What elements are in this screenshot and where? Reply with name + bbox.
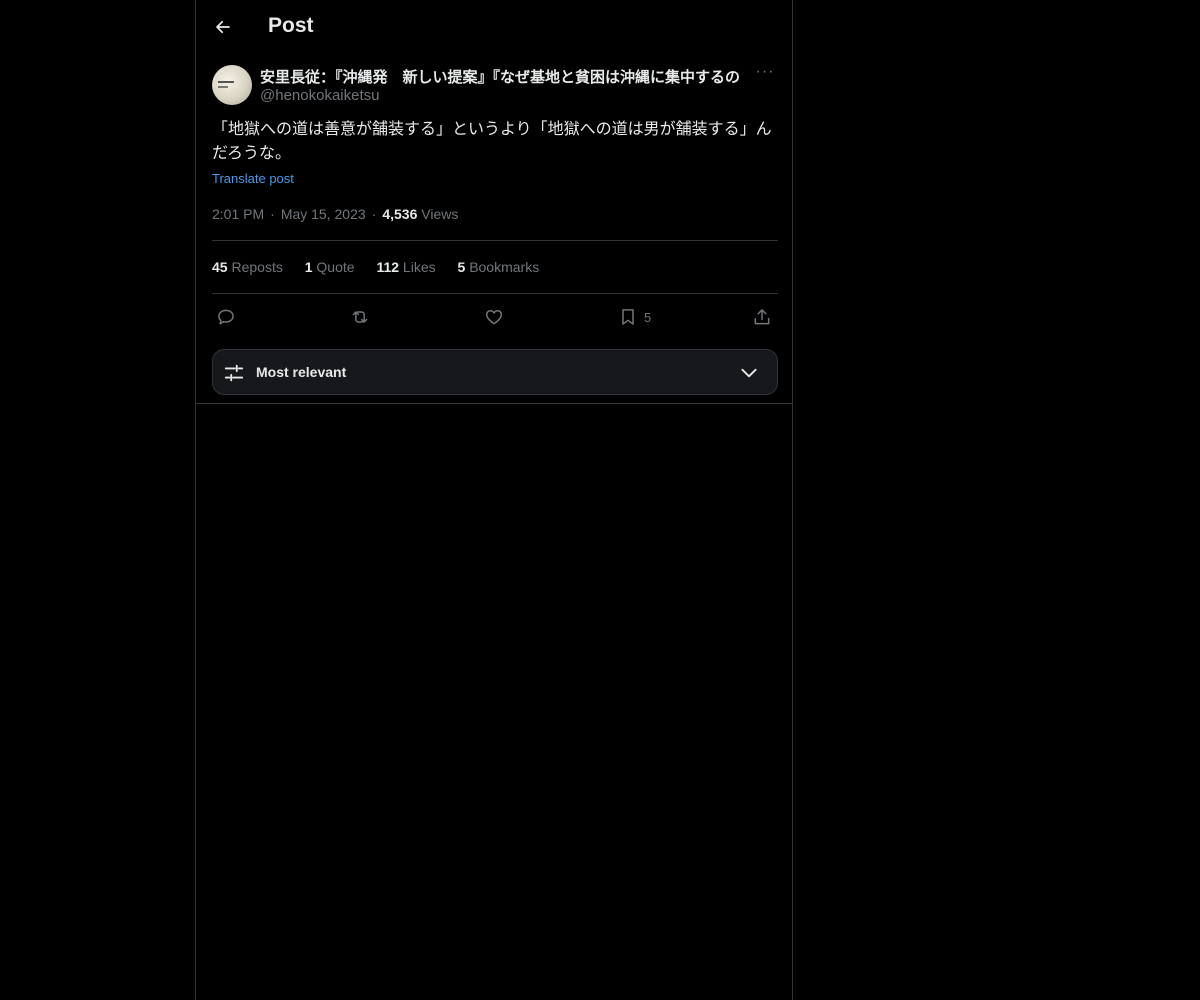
- separator-dot: ·: [270, 206, 275, 222]
- sliders-icon: [224, 364, 244, 382]
- post-time[interactable]: 2:01 PM: [212, 206, 264, 222]
- page-title: Post: [268, 14, 314, 37]
- page-header: Post: [196, 0, 792, 54]
- main-column: Post 安里長従：『沖縄発 新しい提案』『なぜ基地と貧困は沖縄に集中するの @…: [195, 0, 793, 1000]
- author-display-name[interactable]: 安里長従：『沖縄発 新しい提案』『なぜ基地と貧困は沖縄に集中するの: [260, 66, 752, 87]
- back-button[interactable]: [210, 14, 236, 40]
- chevron-down-icon: [741, 368, 757, 378]
- author-handle[interactable]: @henokokaiketsu: [260, 87, 379, 104]
- reply-button[interactable]: [216, 305, 236, 329]
- share-icon: [754, 309, 770, 325]
- bookmark-count: 5: [644, 309, 652, 325]
- like-button[interactable]: [484, 305, 504, 329]
- post-author: 安里長従：『沖縄発 新しい提案』『なぜ基地と貧困は沖縄に集中するの @henok…: [212, 64, 778, 109]
- post-date[interactable]: May 15, 2023: [281, 206, 366, 222]
- quotes-stat[interactable]: 1 Quote: [305, 259, 355, 275]
- divider: [212, 240, 778, 241]
- translate-post-link[interactable]: Translate post: [212, 171, 294, 186]
- separator-dot: ·: [371, 206, 377, 222]
- post-meta: 2:01 PM · May 15, 2023 · 4,536 Views: [212, 206, 458, 222]
- heart-icon: [485, 310, 503, 325]
- post-stats: 45 Reposts 1 Quote 112 Likes 5 Bookmarks: [212, 259, 557, 275]
- bookmarks-stat[interactable]: 5 Bookmarks: [458, 259, 540, 275]
- share-button[interactable]: [752, 305, 772, 329]
- views-count: 4,536: [382, 206, 418, 222]
- bookmark-icon: [622, 309, 634, 325]
- divider: [196, 403, 792, 404]
- bookmark-button[interactable]: 5: [618, 305, 651, 329]
- reply-icon: [218, 309, 234, 325]
- post-text: 「地獄への道は善意が舗装する」というより「地獄への道は男が舗装する」んだろうな。: [212, 121, 772, 162]
- repost-button[interactable]: [350, 305, 370, 329]
- arrow-left-icon: [216, 20, 230, 34]
- avatar[interactable]: [212, 65, 252, 105]
- reposts-stat[interactable]: 45 Reposts: [212, 259, 283, 275]
- more-options-icon[interactable]: ···: [754, 64, 776, 85]
- divider: [212, 293, 778, 294]
- likes-stat[interactable]: 112 Likes: [376, 259, 435, 275]
- replies-sort-dropdown[interactable]: Most relevant: [212, 349, 778, 395]
- repost-icon: [352, 311, 368, 323]
- post-actions: 5: [212, 305, 778, 331]
- sort-label: Most relevant: [256, 364, 347, 380]
- views-label: Views: [421, 206, 459, 222]
